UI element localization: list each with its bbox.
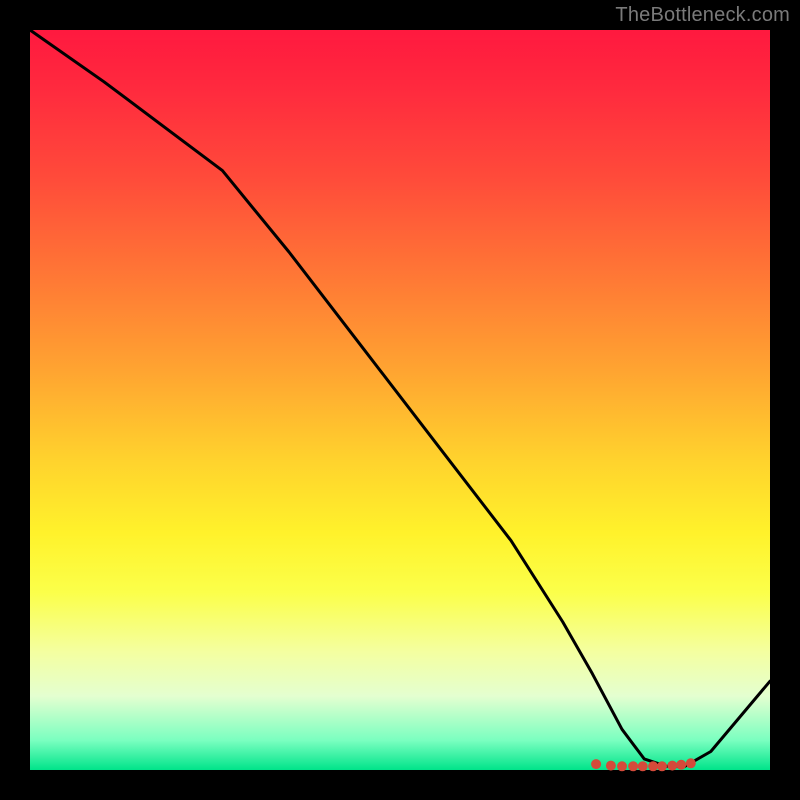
chart-frame: TheBottleneck.com — [0, 0, 800, 800]
data-marker — [628, 761, 638, 771]
data-curve — [30, 30, 770, 766]
plot-overlay — [30, 30, 770, 770]
data-marker — [657, 761, 667, 771]
data-marker — [591, 759, 601, 769]
data-marker — [638, 761, 648, 771]
data-marker — [667, 761, 677, 771]
data-marker — [617, 761, 627, 771]
data-marker — [676, 760, 686, 770]
data-markers — [591, 758, 696, 771]
data-marker — [606, 761, 616, 771]
attribution-text: TheBottleneck.com — [615, 4, 790, 27]
data-marker — [686, 758, 696, 768]
data-marker — [648, 761, 658, 771]
